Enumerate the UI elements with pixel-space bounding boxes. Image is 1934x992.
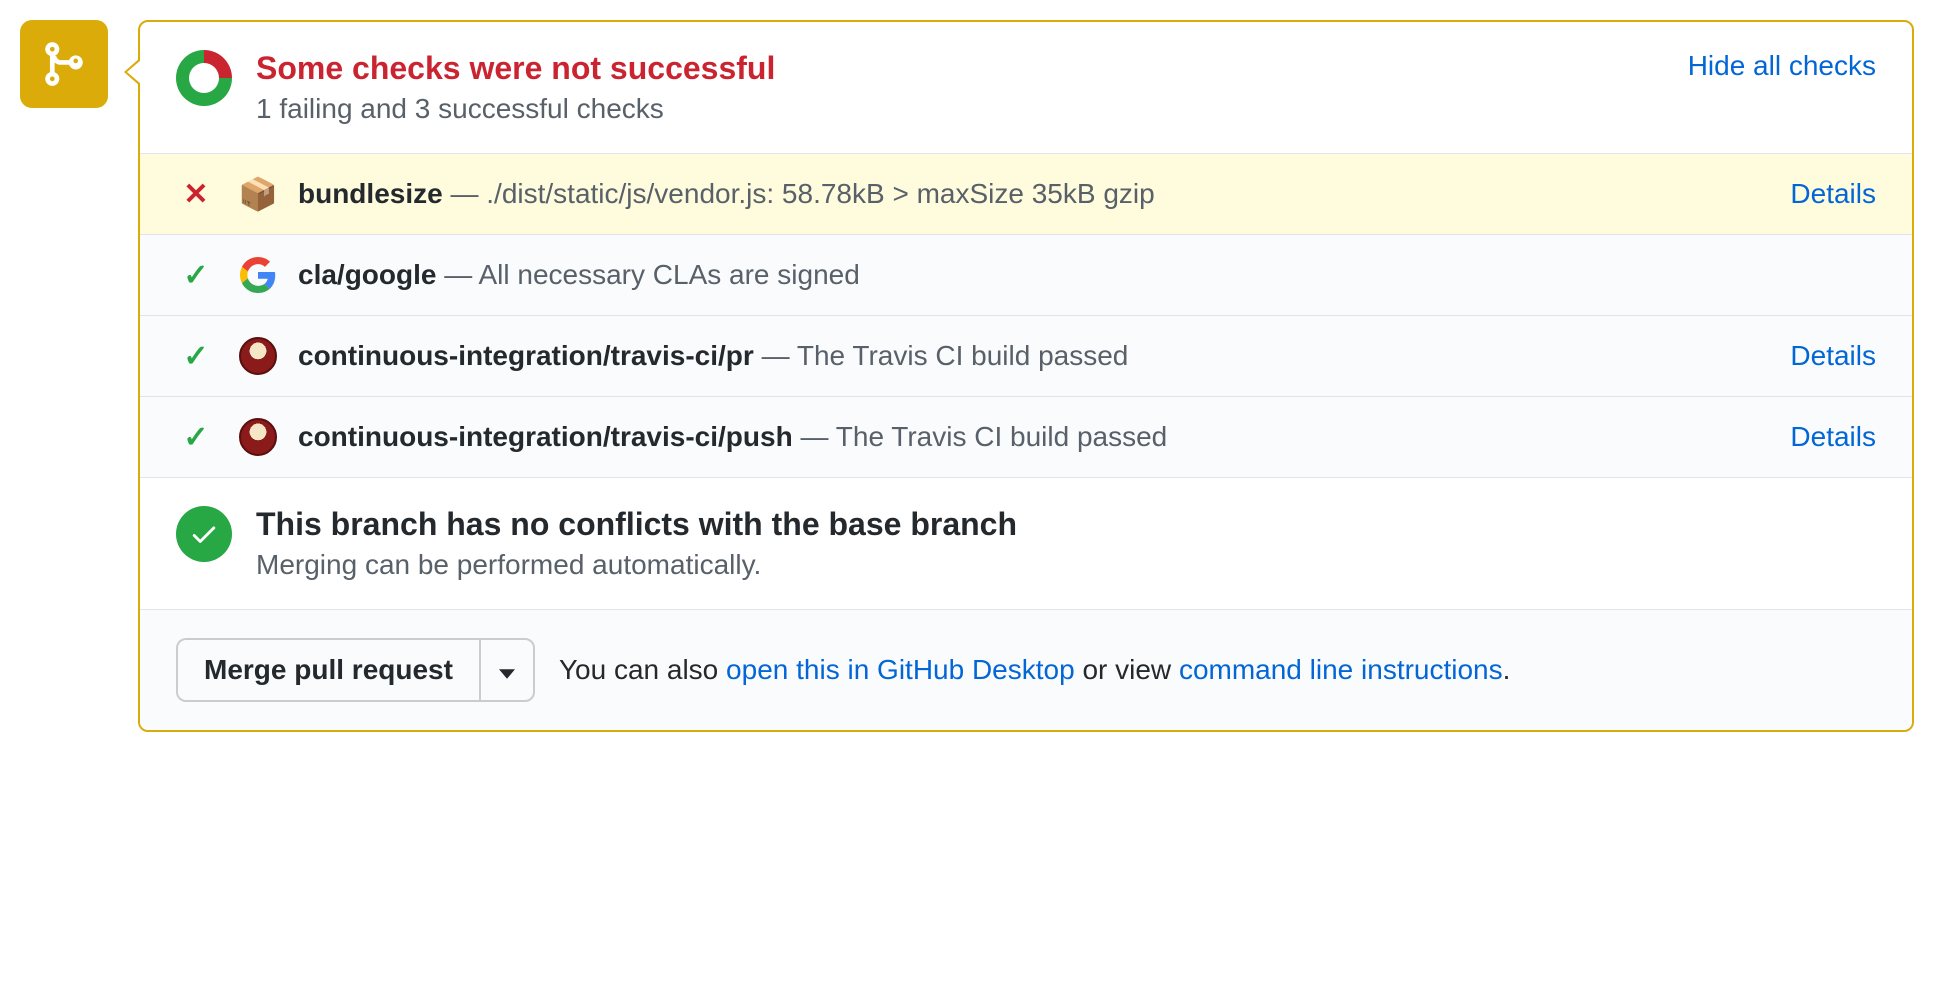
travis-icon — [238, 336, 278, 376]
open-desktop-link[interactable]: open this in GitHub Desktop — [726, 654, 1075, 685]
merge-actions: Merge pull request You can also open thi… — [140, 610, 1912, 730]
check-description: cla/google — All necessary CLAs are sign… — [298, 259, 1876, 291]
toggle-checks-link[interactable]: Hide all checks — [1688, 50, 1876, 82]
x-icon: ✕ — [183, 178, 208, 211]
check-name: continuous-integration/travis-ci/pr — [298, 340, 754, 371]
check-row: ✓ cla/google — All necessary CLAs are sig… — [140, 235, 1912, 316]
package-icon: 📦 — [238, 174, 278, 214]
success-circle-icon — [176, 506, 232, 562]
merge-options-dropdown[interactable] — [479, 638, 535, 702]
status-icon: ✓ — [176, 339, 216, 374]
status-icon: ✓ — [176, 258, 216, 293]
checks-subtitle: 1 failing and 3 successful checks — [256, 93, 1688, 125]
check-row: ✓ continuous-integration/travis-ci/push —… — [140, 397, 1912, 478]
status-donut-icon — [176, 50, 232, 106]
merge-conflict-status: This branch has no conflicts with the ba… — [140, 478, 1912, 610]
checks-title: Some checks were not successful — [256, 50, 1688, 87]
check-name: continuous-integration/travis-ci/push — [298, 421, 793, 452]
check-description: bundlesize — ./dist/static/js/vendor.js:… — [298, 178, 1774, 210]
check-row: ✕ 📦 bundlesize — ./dist/static/js/vendor.j… — [140, 154, 1912, 235]
merge-status-box: Some checks were not successful 1 failin… — [138, 20, 1914, 732]
details-link[interactable]: Details — [1790, 340, 1876, 372]
travis-icon — [238, 417, 278, 457]
check-description: continuous-integration/travis-ci/push — … — [298, 421, 1774, 453]
status-icon: ✓ — [176, 420, 216, 455]
status-icon: ✕ — [176, 177, 216, 212]
timeline-merge-badge — [20, 20, 108, 108]
check-icon: ✓ — [183, 259, 208, 292]
check-name: cla/google — [298, 259, 436, 290]
details-link[interactable]: Details — [1790, 421, 1876, 453]
check-row: ✓ continuous-integration/travis-ci/pr — T… — [140, 316, 1912, 397]
caret-down-icon — [499, 669, 515, 679]
merge-status-title: This branch has no conflicts with the ba… — [256, 506, 1017, 543]
check-icon — [189, 519, 219, 549]
merge-hint-text: You can also open this in GitHub Desktop… — [559, 654, 1510, 686]
details-link[interactable]: Details — [1790, 178, 1876, 210]
merge-status-subtitle: Merging can be performed automatically. — [256, 549, 1017, 581]
google-icon — [238, 255, 278, 295]
checks-header: Some checks were not successful 1 failin… — [140, 22, 1912, 154]
check-description: continuous-integration/travis-ci/pr — Th… — [298, 340, 1774, 372]
git-merge-icon — [39, 39, 89, 89]
check-icon: ✓ — [183, 421, 208, 454]
check-icon: ✓ — [183, 340, 208, 373]
check-name: bundlesize — [298, 178, 443, 209]
cli-instructions-link[interactable]: command line instructions — [1179, 654, 1503, 685]
merge-pull-request-button[interactable]: Merge pull request — [176, 638, 479, 702]
